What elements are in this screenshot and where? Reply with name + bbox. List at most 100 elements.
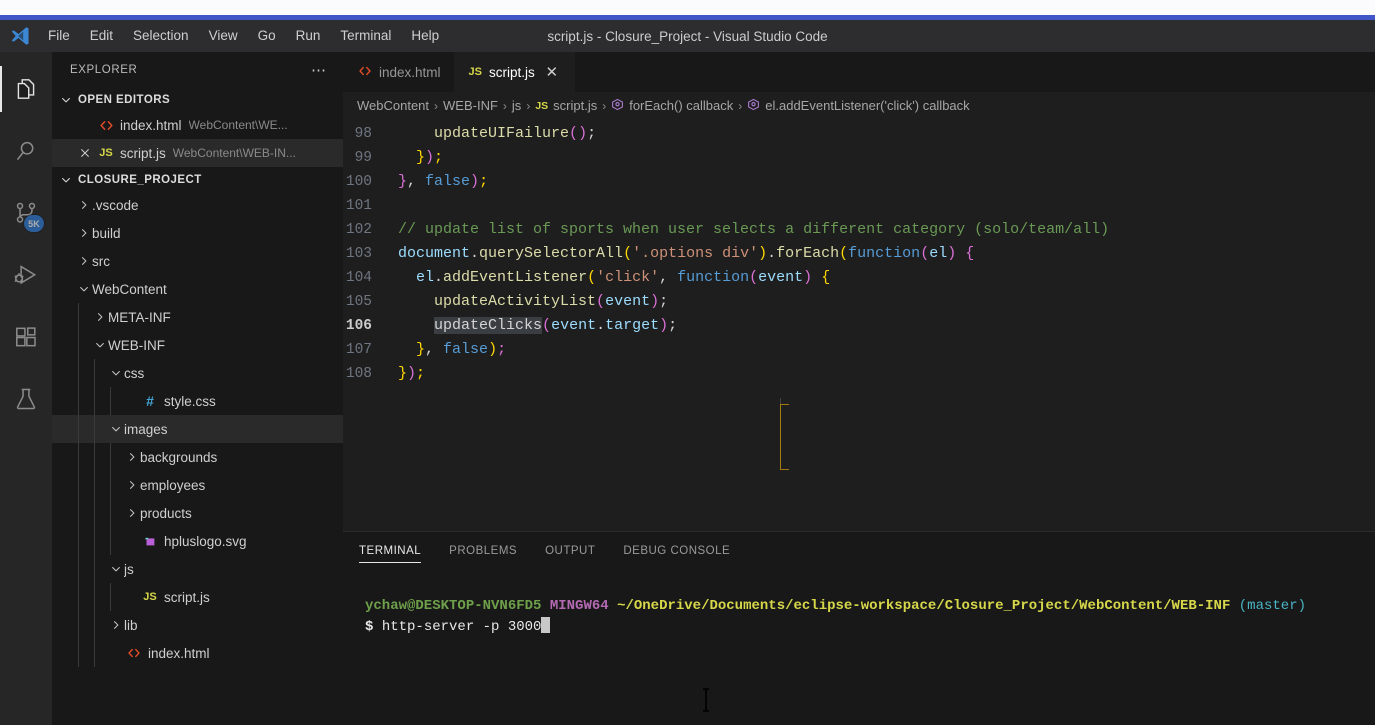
menu-item-run[interactable]: Run: [286, 23, 331, 49]
tree-item--vscode[interactable]: .vscode: [52, 191, 343, 219]
js-icon: JS: [143, 591, 157, 603]
indent-guide: [110, 583, 111, 611]
indent-guide: [110, 443, 111, 471]
tree-item-products[interactable]: products: [52, 499, 343, 527]
breadcrumb-item-web-inf[interactable]: WEB-INF: [443, 98, 498, 113]
menu-item-view[interactable]: View: [199, 23, 248, 49]
breadcrumb: WebContent › WEB-INF › js › JS script.js…: [343, 92, 1375, 119]
indent-guide: [110, 527, 111, 555]
tree-item-build[interactable]: build: [52, 219, 343, 247]
indent-guide: [94, 443, 95, 471]
breadcrumb-item-script-js[interactable]: JS script.js: [535, 98, 597, 113]
activity-item-source-control[interactable]: 5K: [0, 182, 52, 244]
code-line-99: 99 });: [343, 146, 1375, 170]
activity-item-run-and-debug[interactable]: [0, 244, 52, 306]
menu-item-selection[interactable]: Selection: [123, 23, 199, 49]
breadcrumb-separator: ›: [502, 98, 507, 113]
tree-item-lib[interactable]: lib: [52, 611, 343, 639]
menu-item-help[interactable]: Help: [401, 23, 449, 49]
line-number: 101: [345, 198, 372, 214]
breadcrumb-item-js[interactable]: js: [512, 98, 521, 113]
line-content: updateActivityList(event);: [434, 293, 669, 310]
breadcrumb-item-foreach-callback[interactable]: forEach() callback: [611, 98, 733, 114]
tree-item-label: WebContent: [92, 281, 167, 297]
indent-guide: [110, 471, 111, 499]
tree-item-hpluslogo-svg[interactable]: hpluslogo.svg: [52, 527, 343, 555]
open-editor-path: WebContent\WE...: [188, 118, 288, 132]
close-icon[interactable]: [74, 147, 96, 159]
line-number: 103: [345, 246, 372, 262]
menu-item-terminal[interactable]: Terminal: [330, 23, 401, 49]
panel-tab-output[interactable]: OUTPUT: [545, 532, 595, 570]
menu-item-go[interactable]: Go: [248, 23, 286, 49]
open-editor-index-html[interactable]: index.html WebContent\WE...: [52, 111, 343, 139]
tree-item-js[interactable]: js: [52, 555, 343, 583]
breadcrumb-label: js: [511, 98, 522, 113]
browser-chrome-strip: [0, 0, 1375, 15]
code-line-107: 107 }, false);: [343, 338, 1375, 362]
panel-tab-terminal[interactable]: TERMINAL: [359, 532, 422, 570]
html-icon: [96, 118, 116, 133]
activity-item-testing[interactable]: [0, 368, 52, 430]
terminal-body[interactable]: ychaw@DESKTOP-NVN6FD5 MINGW64 ~/OneDrive…: [343, 570, 1375, 638]
indent-guide: [94, 415, 95, 443]
tab-close-icon[interactable]: ✕: [542, 63, 562, 81]
tree-item-web-inf[interactable]: WEB-INF: [52, 331, 343, 359]
activity-item-extensions[interactable]: [0, 306, 52, 368]
tree-item-script-js[interactable]: JS script.js: [52, 583, 343, 611]
line-number: 104: [345, 270, 372, 286]
ellipsis-icon[interactable]: ⋯: [311, 61, 327, 79]
breadcrumb-item-webcontent[interactable]: WebContent: [357, 98, 429, 113]
tree-item-css[interactable]: css: [52, 359, 343, 387]
tab-index-html[interactable]: index.html: [343, 52, 454, 92]
code-editor[interactable]: 98 updateUIFailure(); 99 }); 100 }, fals…: [343, 119, 1375, 521]
css-icon: #: [146, 393, 154, 409]
panel-tab-debug-console[interactable]: DEBUG CONSOLE: [623, 532, 730, 570]
indent-guide: [78, 555, 79, 583]
tree-item-meta-inf[interactable]: META-INF: [52, 303, 343, 331]
indent-guide: [78, 443, 79, 471]
breadcrumb-separator: ›: [738, 98, 743, 113]
indent-guide: [94, 499, 95, 527]
tab-script-js[interactable]: JS script.js ✕: [453, 52, 575, 92]
tree-item-images[interactable]: images: [52, 415, 343, 443]
open-editor-script-js[interactable]: JS script.js WebContent\WEB-IN...: [52, 139, 343, 167]
tree-item-backgrounds[interactable]: backgrounds: [52, 443, 343, 471]
tree-item-label: build: [92, 225, 121, 241]
line-number: 98: [354, 126, 372, 142]
menu-item-edit[interactable]: Edit: [80, 23, 123, 49]
tree-item-style-css[interactable]: # style.css: [52, 387, 343, 415]
tree-item-label: hpluslogo.svg: [164, 533, 247, 549]
activity-item-search[interactable]: [0, 120, 52, 182]
sidebar-header: EXPLORER ⋯: [52, 52, 343, 88]
activity-item-explorer[interactable]: [0, 58, 52, 120]
menu-bar: File Edit Selection View Go Run Terminal…: [38, 23, 449, 49]
indent-guide: [94, 555, 95, 583]
js-icon: JS: [535, 99, 549, 112]
tree-item-label: .vscode: [92, 197, 139, 213]
section-header-closure-project[interactable]: CLOSURE_PROJECT: [52, 168, 343, 191]
tab-bar-filler: [574, 52, 1375, 92]
menu-item-file[interactable]: File: [38, 23, 80, 49]
html-icon: [124, 646, 144, 660]
selected-token: updateClicks: [434, 317, 543, 334]
tree-item-src[interactable]: src: [52, 247, 343, 275]
tree-item-webcontent[interactable]: WebContent: [52, 275, 343, 303]
editor-group: index.html JS script.js ✕ WebContent › W…: [343, 52, 1375, 725]
tree-item-label: images: [124, 421, 168, 437]
line-number: 102: [345, 222, 372, 238]
title-bar: File Edit Selection View Go Run Terminal…: [0, 20, 1375, 52]
panel-tab-problems[interactable]: PROBLEMS: [449, 532, 517, 570]
tree-item-employees[interactable]: employees: [52, 471, 343, 499]
indent-guide: [78, 415, 79, 443]
code-line-108: 108 });: [343, 362, 1375, 386]
section-header-open-editors[interactable]: OPEN EDITORS: [52, 88, 343, 111]
indent-guide: [78, 303, 79, 331]
chevron-right-icon: [124, 449, 140, 465]
breadcrumb-separator: ›: [434, 98, 439, 113]
indent-guide: [78, 387, 79, 415]
tree-item-index-html[interactable]: index.html: [52, 639, 343, 667]
indent-guide: [94, 639, 95, 667]
code-line-100: 100 }, false);: [343, 170, 1375, 194]
breadcrumb-item-addeventlistener-callback[interactable]: el.addEventListener('click') callback: [747, 98, 970, 114]
